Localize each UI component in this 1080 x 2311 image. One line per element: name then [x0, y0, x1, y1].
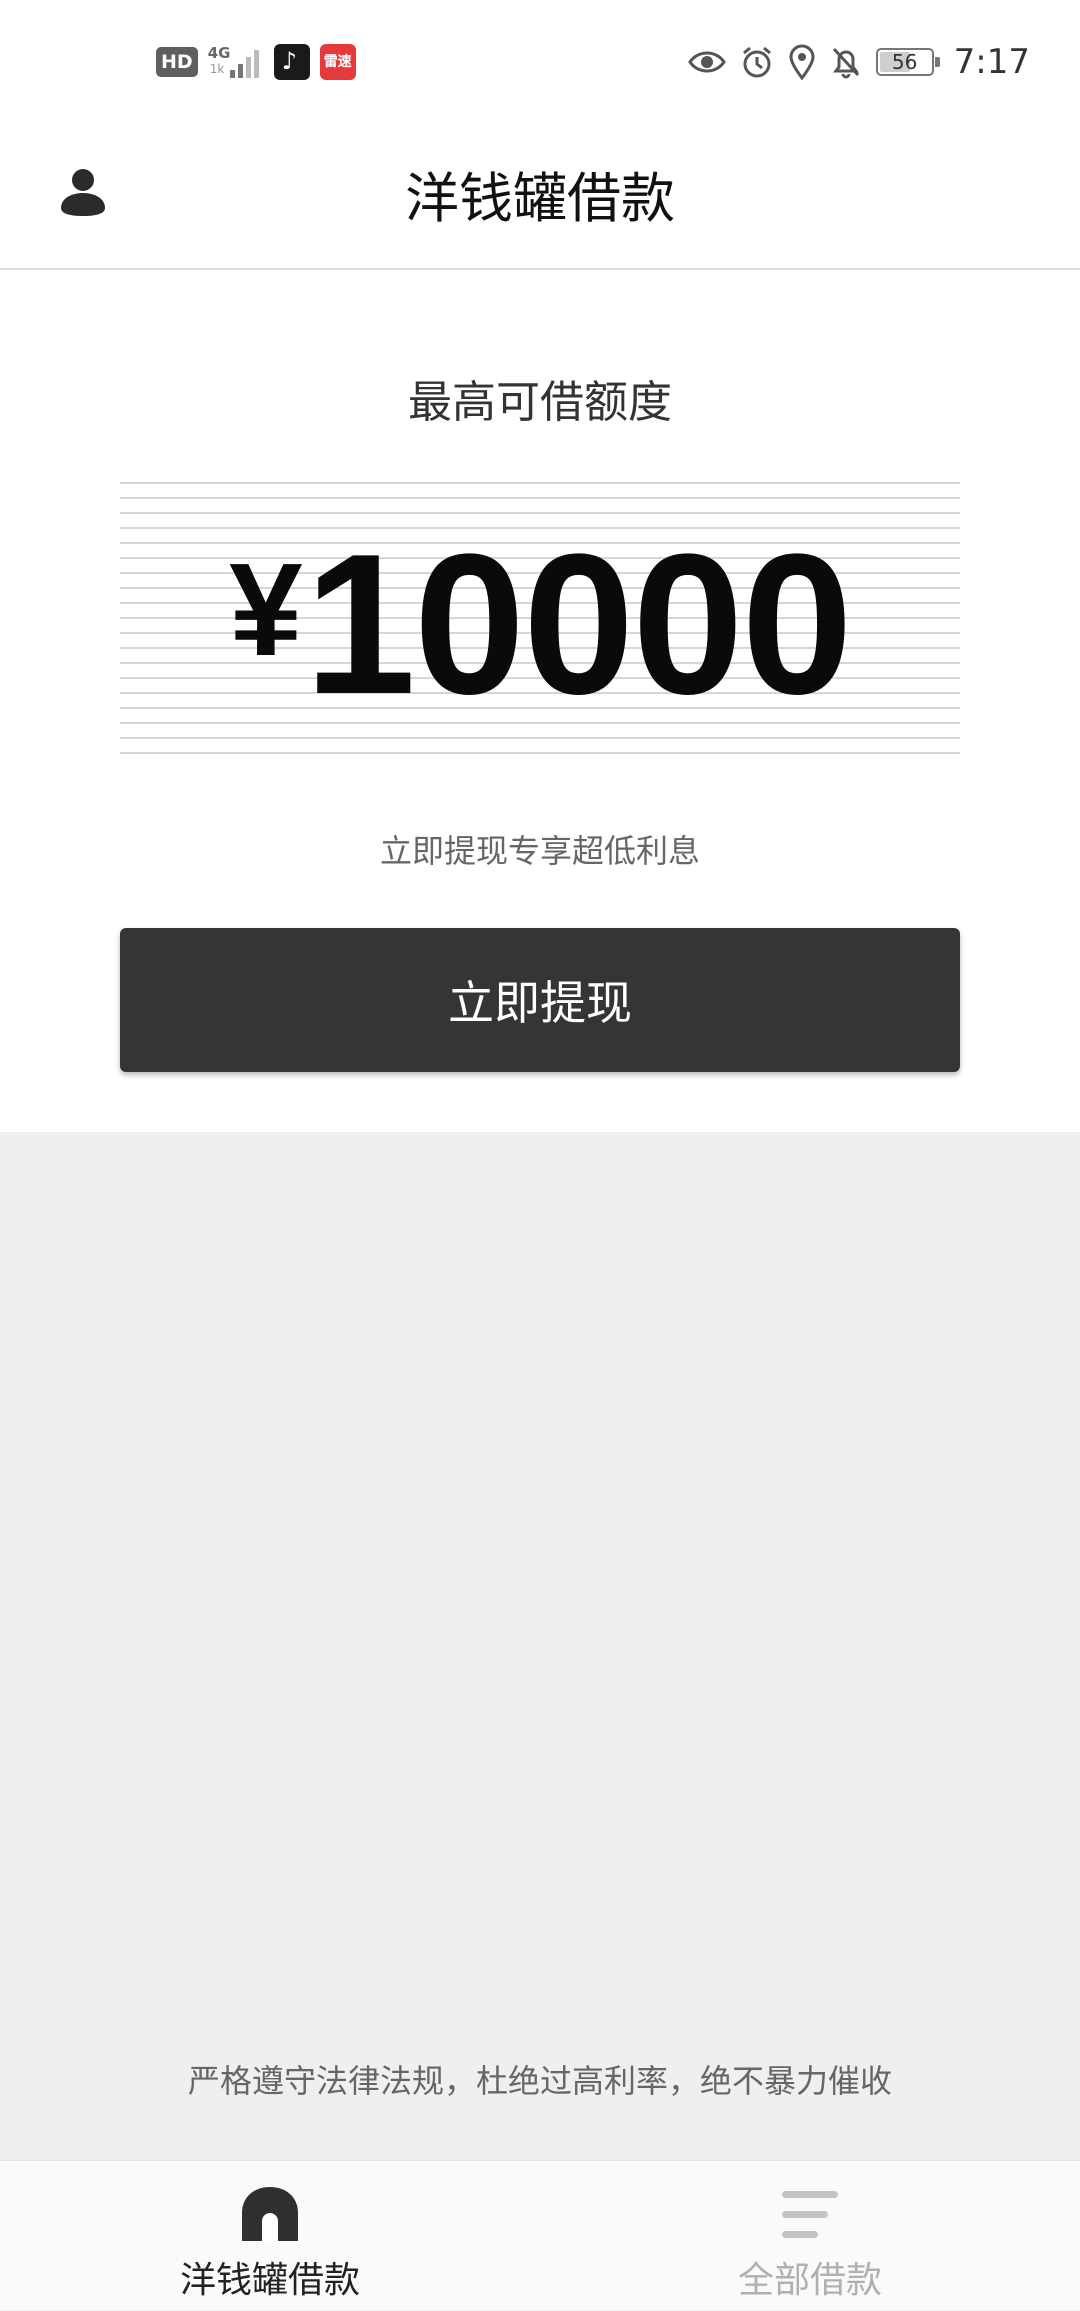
hd-badge: HD [156, 47, 198, 77]
list-icon [782, 2191, 838, 2238]
legal-notice: 严格遵守法律法规，杜绝过高利率，绝不暴力催收 [187, 2062, 892, 2100]
limit-amount: ¥10000 [120, 510, 960, 740]
amount-box: ¥10000 [120, 482, 960, 758]
status-bar: HD 4G 1k 雷速 [0, 0, 1080, 120]
bottom-nav: 洋钱罐借款 全部借款 [0, 2160, 1080, 2310]
status-right: 56 7:17 [687, 40, 1030, 84]
location-icon [788, 44, 816, 80]
home-icon [242, 2187, 298, 2241]
limit-title: 最高可借额度 [408, 377, 672, 428]
nav-label-home: 洋钱罐借款 [179, 2260, 360, 2301]
page-title: 洋钱罐借款 [405, 167, 675, 230]
alarm-icon [740, 45, 774, 79]
amount-value: 10000 [304, 513, 853, 736]
signal-icon: 4G 1k [208, 42, 264, 82]
status-time: 7:17 [953, 42, 1030, 82]
bell-off-icon [830, 45, 862, 79]
loan-limit-card: 最高可借额度 ¥10000 立即提现专享超低利息 立即提现 [0, 270, 1080, 1132]
leisu-app-icon: 雷速 [319, 44, 356, 80]
eye-icon [687, 47, 726, 77]
currency-symbol: ¥ [229, 536, 303, 683]
nav-item-all-loans[interactable]: 全部借款 [540, 2161, 1080, 2311]
nav-item-home[interactable]: 洋钱罐借款 [0, 2161, 540, 2311]
battery-level: 56 [891, 50, 918, 74]
tiktok-app-icon [273, 44, 310, 80]
battery-icon: 56 [875, 48, 940, 76]
withdraw-button[interactable]: 立即提现 [120, 928, 960, 1072]
promo-text: 立即提现专享超低利息 [379, 832, 700, 870]
status-left: HD 4G 1k 雷速 [156, 42, 356, 82]
app-header: 洋钱罐借款 [0, 120, 1080, 270]
nav-label-all-loans: 全部借款 [737, 2260, 882, 2301]
